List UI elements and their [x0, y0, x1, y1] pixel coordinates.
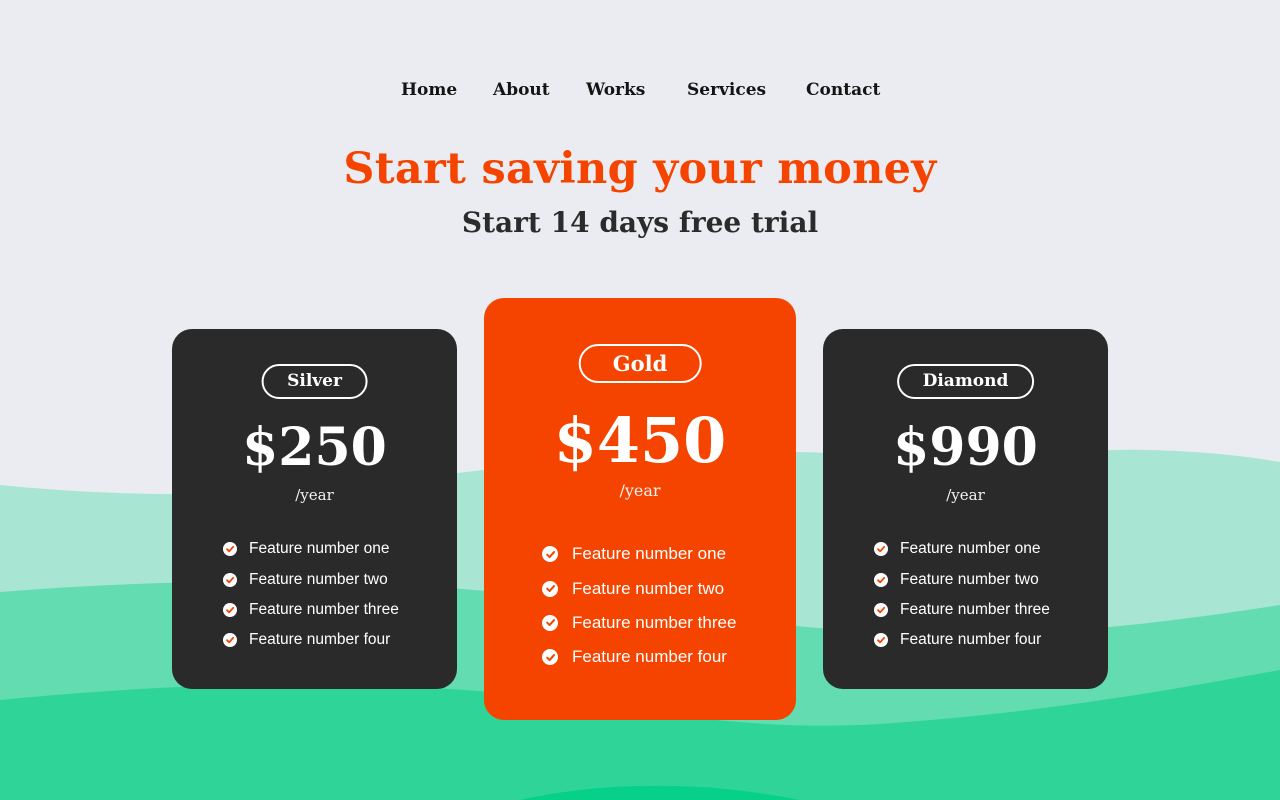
nav-works[interactable]: Works	[586, 80, 645, 100]
plan-badge: Diamond	[896, 364, 1035, 399]
plan-price: $250	[242, 417, 387, 478]
feature-label: Feature number two	[249, 570, 388, 588]
feature-item: Feature number two	[542, 571, 736, 605]
feature-item: Feature number four	[874, 625, 1050, 655]
feature-label: Feature number two	[572, 578, 725, 598]
feature-label: Feature number four	[900, 631, 1042, 649]
plan-badge: Silver	[261, 364, 368, 399]
check-circle-icon	[223, 542, 237, 557]
nav-about[interactable]: About	[493, 80, 550, 100]
main-nav: Home About Works Services Contact	[0, 80, 1280, 110]
check-circle-icon	[542, 649, 558, 666]
pricing-card-diamond[interactable]: Diamond $990 /year Feature number one Fe…	[823, 329, 1108, 689]
plan-price: $990	[893, 417, 1038, 478]
feature-item: Feature number four	[542, 640, 736, 674]
feature-label: Feature number three	[900, 600, 1050, 618]
check-circle-icon	[542, 614, 558, 631]
feature-label: Feature number one	[249, 540, 390, 558]
check-circle-icon	[874, 633, 888, 648]
check-circle-icon	[874, 602, 888, 617]
plan-period: /year	[946, 486, 985, 504]
pricing-card-silver[interactable]: Silver $250 /year Feature number one Fea…	[172, 329, 457, 689]
plan-price: $450	[553, 404, 727, 477]
feature-label: Feature number four	[572, 647, 727, 667]
check-circle-icon	[223, 633, 237, 648]
feature-item: Feature number three	[874, 595, 1050, 625]
feature-item: Feature number two	[223, 564, 399, 594]
check-circle-icon	[542, 580, 558, 597]
check-circle-icon	[223, 572, 237, 587]
feature-label: Feature number two	[900, 570, 1039, 588]
feature-list: Feature number one Feature number two Fe…	[223, 534, 399, 656]
feature-item: Feature number three	[223, 595, 399, 625]
feature-item: Feature number one	[874, 534, 1050, 564]
feature-list: Feature number one Feature number two Fe…	[874, 534, 1050, 656]
feature-label: Feature number one	[900, 540, 1041, 558]
hero-subtitle: Start 14 days free trial	[461, 206, 819, 239]
plan-badge: Gold	[578, 344, 702, 383]
feature-item: Feature number one	[223, 534, 399, 564]
feature-item: Feature number three	[542, 606, 736, 640]
nav-services[interactable]: Services	[687, 80, 766, 100]
feature-label: Feature number three	[249, 600, 399, 618]
feature-label: Feature number three	[572, 612, 737, 632]
plan-period: /year	[619, 481, 661, 500]
plan-period: /year	[295, 486, 334, 504]
check-circle-icon	[223, 602, 237, 617]
nav-contact[interactable]: Contact	[806, 80, 880, 100]
feature-item: Feature number one	[542, 537, 736, 571]
feature-item: Feature number four	[223, 625, 399, 655]
pricing-card-gold[interactable]: Gold $450 /year Feature number one Featu…	[484, 298, 796, 720]
feature-item: Feature number two	[874, 564, 1050, 594]
feature-label: Feature number four	[249, 631, 391, 649]
feature-list: Feature number one Feature number two Fe…	[542, 537, 736, 675]
nav-home[interactable]: Home	[401, 80, 457, 100]
feature-label: Feature number one	[572, 544, 727, 564]
check-circle-icon	[874, 572, 888, 587]
hero-title: Start saving your money	[343, 144, 937, 194]
check-circle-icon	[542, 546, 558, 563]
check-circle-icon	[874, 542, 888, 557]
